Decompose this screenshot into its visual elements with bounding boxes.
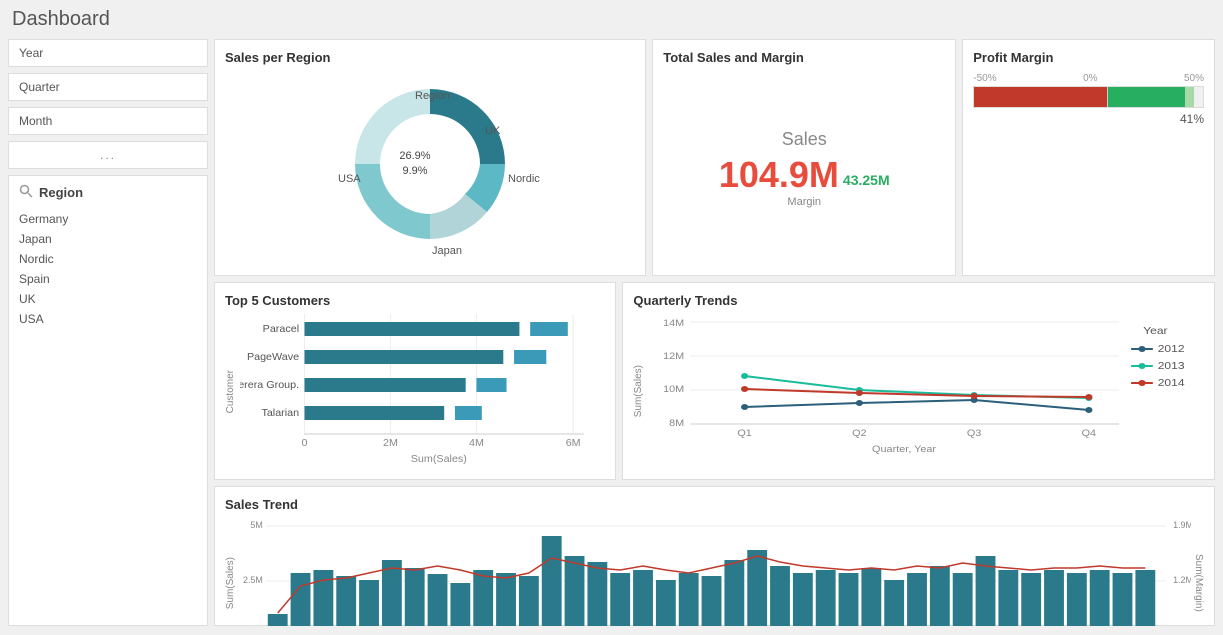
mid-row: Top 5 Customers Customer Paracel <box>214 282 1215 480</box>
top5-y-label: Customer <box>225 370 236 413</box>
svg-text:2012: 2012 <box>1158 344 1185 355</box>
profit-margin-card: Profit Margin -50% 0% 50% 41% <box>962 39 1215 276</box>
quarterly-card: Quarterly Trends Sum(Sales) 14M 12M 10M … <box>622 282 1215 480</box>
svg-text:8M: 8M <box>670 419 685 429</box>
year-filter[interactable]: Year <box>8 39 208 67</box>
svg-text:2014: 2014 <box>1158 378 1185 389</box>
svg-text:1.9M: 1.9M <box>1173 520 1191 530</box>
profit-percent: 41% <box>973 112 1204 126</box>
search-icon <box>19 184 33 201</box>
more-filter[interactable]: ... <box>8 141 208 169</box>
svg-text:Talarian: Talarian <box>261 408 299 419</box>
quarterly-y-label: Sum(Sales) <box>633 365 644 417</box>
svg-text:USA: USA <box>338 173 361 185</box>
total-sales-title: Total Sales and Margin <box>663 50 945 65</box>
svg-text:9.9%: 9.9% <box>403 165 428 177</box>
svg-text:Q2: Q2 <box>853 429 868 439</box>
svg-text:Sum(Sales): Sum(Sales) <box>411 454 467 465</box>
svg-text:14M: 14M <box>664 319 685 329</box>
sales-trend-card: Sales Trend Sum(Sales) 5M 2.5M 0 1.9M 1.… <box>214 486 1215 626</box>
svg-text:Deak-Perera Group.: Deak-Perera Group. <box>240 380 299 391</box>
svg-text:2013: 2013 <box>1158 361 1185 372</box>
svg-text:Q4: Q4 <box>1082 429 1097 439</box>
region-item-usa[interactable]: USA <box>19 309 197 329</box>
profit-axis-left: -50% <box>973 73 996 84</box>
trend-y-right-label: Sum(Margin) <box>1193 554 1204 612</box>
sales-trend-title: Sales Trend <box>225 497 1204 512</box>
region-section: Region Germany Japan Nordic Spain UK USA <box>8 175 208 626</box>
svg-text:2M: 2M <box>383 438 398 449</box>
sales-value: 104.9M <box>719 154 839 196</box>
quarter-filter[interactable]: Quarter <box>8 73 208 101</box>
region-item-spain[interactable]: Spain <box>19 269 197 289</box>
profit-bar-track <box>973 86 1204 108</box>
svg-text:5M: 5M <box>250 520 262 530</box>
dashboard-title: Dashboard <box>0 0 1223 35</box>
svg-text:4M: 4M <box>469 438 484 449</box>
profit-margin-title: Profit Margin <box>973 50 1204 65</box>
svg-text:0: 0 <box>301 438 307 449</box>
donut-chart: UK Nordic Japan USA Region 26.9% 9.9% <box>225 71 635 251</box>
top5-title: Top 5 Customers <box>225 293 605 308</box>
profit-bar-area: -50% 0% 50% 41% <box>973 73 1204 126</box>
sales-label: Sales <box>782 129 827 150</box>
region-item-uk[interactable]: UK <box>19 289 197 309</box>
svg-text:Nordic: Nordic <box>508 173 540 185</box>
total-sales-card: Total Sales and Margin Sales 104.9M 43.2… <box>652 39 956 276</box>
svg-text:Quarter, Year: Quarter, Year <box>872 445 937 455</box>
svg-text:1.2M: 1.2M <box>1173 575 1191 585</box>
margin-label: Margin <box>787 196 821 208</box>
svg-text:Q3: Q3 <box>967 429 982 439</box>
svg-text:12M: 12M <box>664 352 685 362</box>
quarterly-title: Quarterly Trends <box>633 293 1204 308</box>
trend-y-left-label: Sum(Sales) <box>225 557 236 609</box>
region-header-label: Region <box>39 185 83 200</box>
svg-text:10M: 10M <box>664 385 685 395</box>
svg-text:2.5M: 2.5M <box>243 575 263 585</box>
svg-text:Paracel: Paracel <box>263 324 299 335</box>
svg-text:UK: UK <box>485 125 501 137</box>
month-filter[interactable]: Month <box>8 107 208 135</box>
profit-axis-mid: 0% <box>1083 73 1097 84</box>
svg-text:Year: Year <box>1144 326 1169 337</box>
region-item-nordic[interactable]: Nordic <box>19 249 197 269</box>
svg-text:26.9%: 26.9% <box>400 150 431 162</box>
svg-text:PageWave: PageWave <box>247 352 299 363</box>
svg-text:6M: 6M <box>566 438 581 449</box>
region-item-germany[interactable]: Germany <box>19 209 197 229</box>
top5-card: Top 5 Customers Customer Paracel <box>214 282 616 480</box>
svg-text:Region: Region <box>415 90 450 102</box>
sales-region-card: Sales per Region <box>214 39 646 276</box>
svg-text:Japan: Japan <box>432 245 462 257</box>
profit-axis-right: 50% <box>1184 73 1204 84</box>
svg-text:Q1: Q1 <box>738 429 753 439</box>
sidebar: Year Quarter Month ... Region Germany Ja… <box>8 39 208 626</box>
content-area: Sales per Region <box>214 39 1215 626</box>
region-item-japan[interactable]: Japan <box>19 229 197 249</box>
top-row: Sales per Region <box>214 39 1215 276</box>
margin-value: 43.25M <box>843 172 890 188</box>
